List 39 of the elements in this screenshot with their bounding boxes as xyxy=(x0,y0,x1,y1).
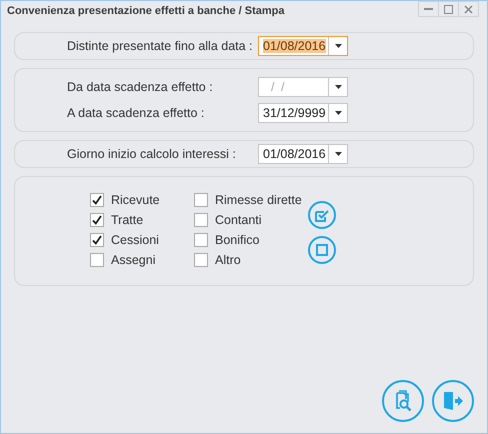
checkbox[interactable] xyxy=(90,193,104,207)
caret-icon xyxy=(334,111,342,115)
square-icon xyxy=(316,244,328,256)
checkbox-label[interactable]: Assegni xyxy=(111,253,156,267)
checkbox-label[interactable]: Ricevute xyxy=(111,193,160,207)
preview-button[interactable] xyxy=(382,380,424,422)
field-label: Da data scadenza effetto : xyxy=(66,80,214,94)
exit-button[interactable] xyxy=(432,380,474,422)
date-field[interactable]: 31/12/9999 xyxy=(258,103,348,123)
caret-icon xyxy=(334,152,342,156)
deselect-all-button[interactable] xyxy=(308,236,336,264)
window-title: Convenienza presentazione effetti a banche / Stampa xyxy=(7,5,285,17)
checkbox[interactable] xyxy=(90,213,104,227)
date-field[interactable]: 01/08/2016 xyxy=(258,36,348,56)
checkbox-label[interactable]: Tratte xyxy=(111,213,144,227)
door-arrow-icon xyxy=(442,390,464,412)
document-search-icon xyxy=(393,390,413,412)
maximize-icon xyxy=(444,4,453,14)
field-label: Distinte presentate fino alla data : xyxy=(66,39,254,53)
checked-box-icon xyxy=(315,208,329,222)
checkbox[interactable] xyxy=(194,193,208,207)
minimize-icon xyxy=(424,8,433,10)
checkbox-label[interactable]: Bonifico xyxy=(215,233,260,247)
checkbox[interactable] xyxy=(194,213,208,227)
close-icon xyxy=(464,4,473,14)
caret-icon xyxy=(334,44,342,48)
checkbox-label[interactable]: Cessioni xyxy=(111,233,159,247)
checkbox[interactable] xyxy=(194,253,208,267)
field-label: Giorno inizio calcolo interessi : xyxy=(66,147,237,161)
checkbox[interactable] xyxy=(194,233,208,247)
checkbox-label[interactable]: Altro xyxy=(215,253,241,267)
checkbox[interactable] xyxy=(90,253,104,267)
checkbox[interactable] xyxy=(90,233,104,247)
checkbox-label[interactable]: Contanti xyxy=(215,213,262,227)
date-field[interactable]: 01/08/2016 xyxy=(258,144,348,164)
checkbox-label[interactable]: Rimesse dirette xyxy=(215,193,302,207)
field-label: A data scadenza effetto : xyxy=(66,106,206,120)
select-all-button[interactable] xyxy=(308,201,336,229)
caret-icon xyxy=(334,85,342,89)
